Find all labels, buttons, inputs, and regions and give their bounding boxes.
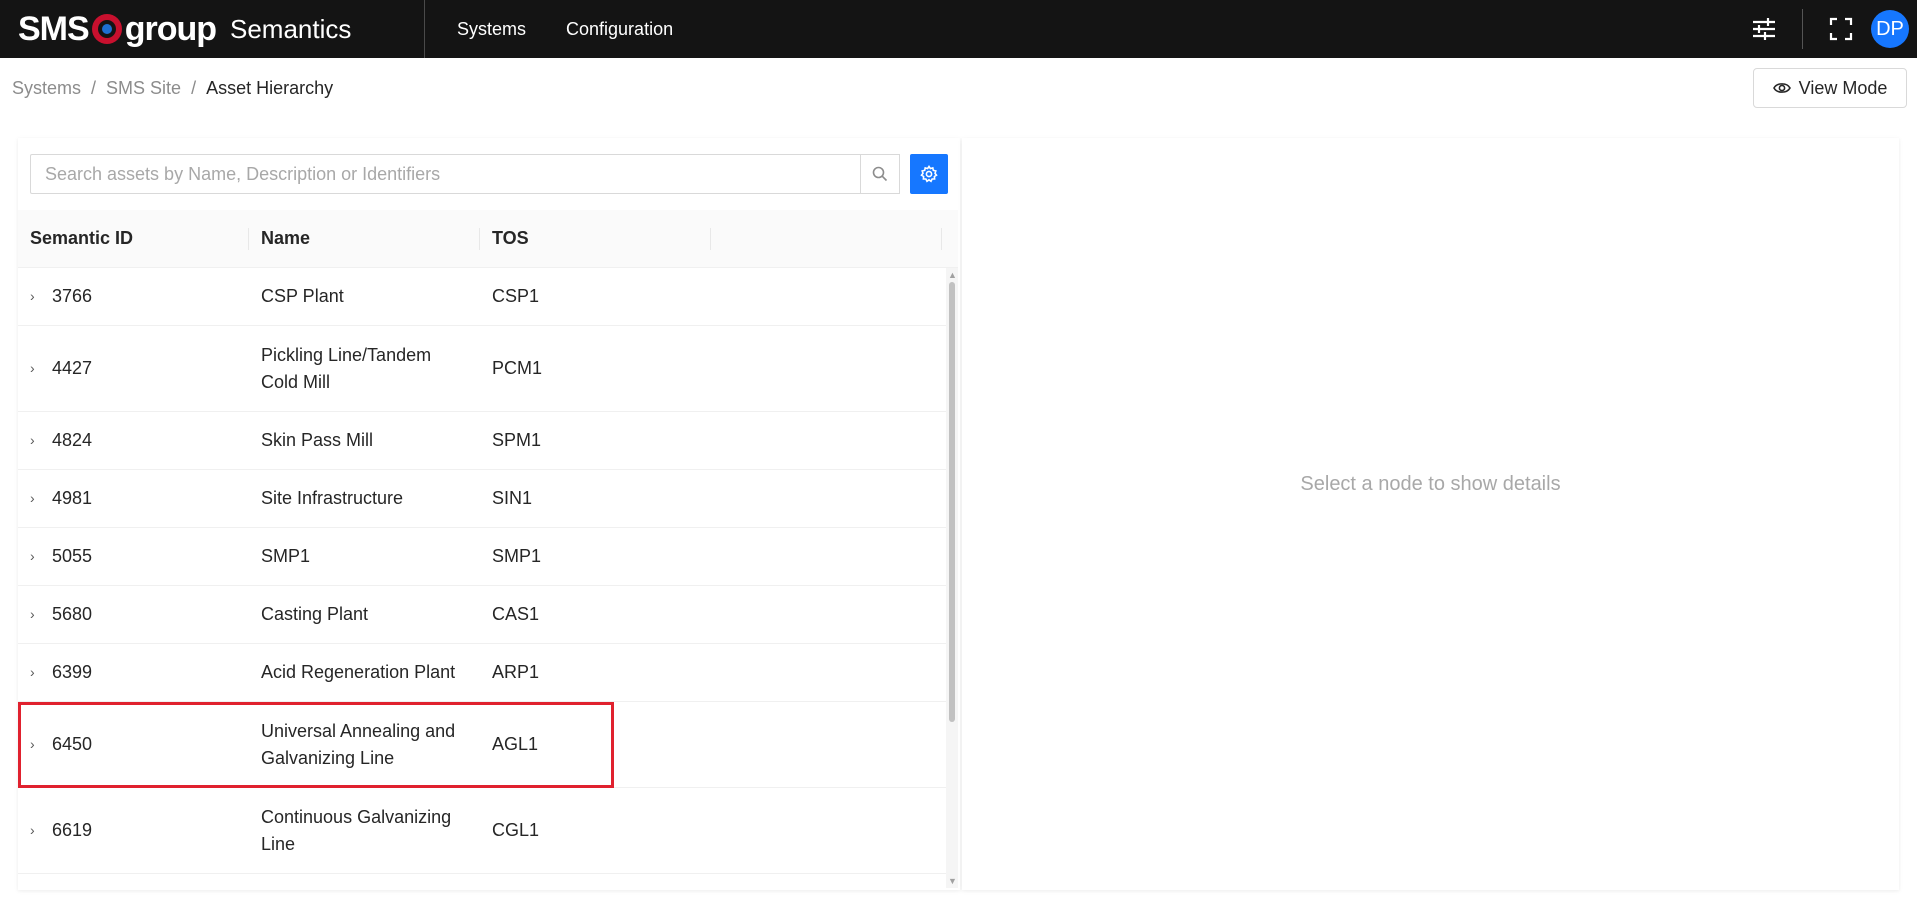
asset-name: Site Infrastructure [261,488,404,508]
chevron-right-icon[interactable]: › [30,355,42,382]
topbar-actions: DP [1744,0,1917,58]
semantic-id: 3766 [52,286,93,306]
chevron-right-icon[interactable]: › [30,485,42,512]
column-header-tos[interactable]: TOS [480,210,711,268]
logo-text-right: group [124,9,217,48]
nav-item-configuration[interactable]: Configuration [566,19,673,40]
search-icon [872,166,888,182]
semantic-id: 6399 [52,662,93,682]
column-header-semantic-id[interactable]: Semantic ID [18,210,249,268]
app-subtitle: Semantics [230,13,352,44]
asset-tree-panel: Semantic ID Name TOS › 3766 CSP Plant CSP… [18,138,960,890]
asset-name: SMP1 [261,546,311,566]
semantic-id: 4427 [52,358,93,378]
asset-name: Acid Regeneration Plant [261,662,456,682]
scroll-down-arrow-icon[interactable]: ▼ [948,876,957,886]
asset-tos: SPM1 [492,430,542,450]
semantic-id: 6450 [52,734,93,754]
asset-name: Continuous Galvanizing Line [261,806,452,854]
asset-name: Casting Plant [261,604,369,624]
chevron-right-icon[interactable]: › [30,817,42,844]
asset-tos: CGL1 [492,820,540,840]
semantic-id: 5680 [52,604,93,624]
eye-icon [1772,83,1791,93]
breadcrumb-item-asset-hierarchy: Asset Hierarchy [206,78,334,98]
column-header-empty [711,210,942,268]
topbar-divider [1802,9,1803,49]
chevron-right-icon[interactable]: › [30,283,42,310]
breadcrumb-separator: / [91,78,97,98]
breadcrumb-item-systems[interactable]: Systems [12,78,81,99]
chevron-right-icon[interactable]: › [30,427,42,454]
search-button[interactable] [860,154,900,194]
scrollbar-thumb[interactable] [949,282,955,722]
asset-tos: SMP1 [492,546,542,566]
breadcrumb-item-sms-site[interactable]: SMS Site [106,78,181,99]
column-header-name[interactable]: Name [249,210,480,268]
table-row[interactable]: › 5055 SMP1 SMP1 [18,528,946,586]
search-bar [30,154,948,194]
asset-tos: PCM1 [492,358,543,378]
table-row-highlighted[interactable]: › 6450 Universal Annealing and Galvanizin… [18,702,946,788]
chevron-right-icon[interactable]: › [30,731,42,758]
chevron-right-icon[interactable]: › [30,659,42,686]
chevron-right-icon[interactable]: › [30,601,42,628]
table-row[interactable]: › 4824 Skin Pass Mill SPM1 [18,412,946,470]
asset-name: Pickling Line/Tandem Cold Mill [261,344,432,392]
asset-tos: AGL1 [492,734,539,754]
semantic-id: 6619 [52,820,93,840]
sms-group-logo: SMS group [18,9,217,49]
empty-details-message: Select a node to show details [1300,472,1561,495]
table-row[interactable]: › 5680 Casting Plant CAS1 [18,586,946,644]
asset-tos: ARP1 [492,662,540,682]
top-navigation-bar: SMS group Semantics Systems Configuratio… [0,0,1917,58]
breadcrumb: Systems / SMS Site / Asset Hierarchy [12,78,333,99]
semantic-id: 4981 [52,488,93,508]
table-row[interactable]: › 6619 Continuous Galvanizing Line CGL1 [18,788,946,874]
semantic-id: 4824 [52,430,93,450]
scroll-up-arrow-icon[interactable]: ▲ [948,270,957,280]
brand[interactable]: SMS group Semantics [0,0,425,58]
details-panel: Select a node to show details [962,138,1899,890]
logo-text-left: SMS [18,9,90,48]
user-avatar[interactable]: DP [1871,10,1909,48]
asset-tos: CAS1 [492,604,540,624]
view-mode-label: View Mode [1798,77,1888,98]
asset-name: CSP Plant [261,286,344,306]
view-mode-button[interactable]: View Mode [1753,68,1907,108]
asset-tos: CSP1 [492,286,540,306]
asset-tos: SIN1 [492,488,533,508]
table-row[interactable]: › 6399 Acid Regeneration Plant ARP1 [18,644,946,702]
chevron-right-icon[interactable]: › [30,543,42,570]
table-row[interactable]: › 4981 Site Infrastructure SIN1 [18,470,946,528]
logo-mark-icon [91,14,122,44]
table-row[interactable]: › 3766 CSP Plant CSP1 [18,268,946,326]
table-row[interactable]: › 4427 Pickling Line/Tandem Cold Mill PCM… [18,326,946,412]
asset-name: Universal Annealing and Galvanizing Line [261,720,456,768]
search-input[interactable] [30,154,860,194]
main-nav: Systems Configuration [457,19,713,40]
breadcrumb-separator: / [191,78,197,98]
table-body: › 3766 CSP Plant CSP1 › 4427 Pickling Line… [18,268,946,888]
table-scrollbar[interactable]: ▲ ▼ [946,268,958,888]
fullscreen-icon[interactable] [1821,9,1861,49]
table-header: Semantic ID Name TOS [18,210,958,268]
gear-icon [920,165,938,183]
nav-item-systems[interactable]: Systems [457,19,526,40]
asset-name: Skin Pass Mill [261,430,374,450]
settings-sliders-icon[interactable] [1744,9,1784,49]
tree-settings-button[interactable] [910,154,948,194]
semantic-id: 5055 [52,546,93,566]
